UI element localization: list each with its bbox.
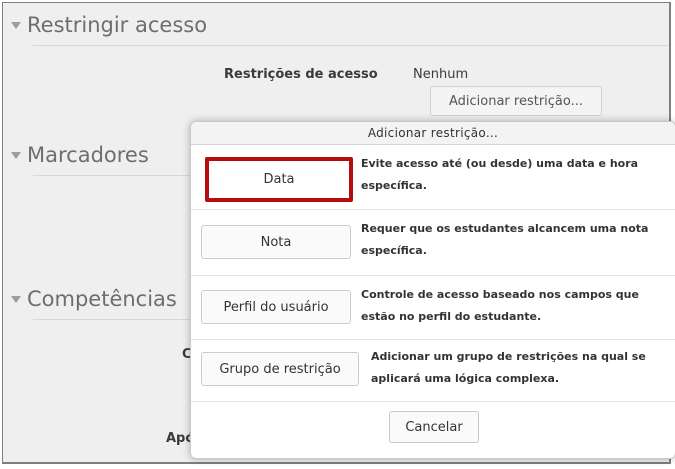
grade-restriction-description: Requer que os estudantes alcancem uma no… [361,222,649,257]
user-profile-restriction-description: Controle de acesso baseado nos campos qu… [361,288,639,323]
access-restrictions-label: Restrições de acesso [224,67,378,82]
collapse-triangle-icon [11,21,21,29]
restriction-option-group: Grupo de restrição Adicionar um grupo de… [191,340,675,402]
section-restrict-header[interactable]: Restringir acesso [11,13,207,37]
restriction-group-description: Adicionar um grupo de restrições na qual… [371,350,646,385]
section-tags-header[interactable]: Marcadores [11,143,149,167]
section-competencies-title: Competências [27,287,177,311]
collapse-triangle-icon [11,295,21,303]
date-restriction-description: Evite acesso até (ou desde) uma data e h… [361,157,639,192]
collapse-triangle-icon [11,151,21,159]
restriction-group-button[interactable]: Grupo de restrição [201,352,359,386]
grade-restriction-button[interactable]: Nota [201,225,351,259]
section-tags-title: Marcadores [27,143,149,167]
access-restrictions-value: Nenhum [413,67,469,82]
section-restrict-title: Restringir acesso [27,13,208,37]
section-divider [33,45,669,46]
user-profile-restriction-button[interactable]: Perfil do usuário [201,290,351,324]
dialog-title: Adicionar restrição... [191,122,675,145]
add-restriction-button[interactable]: Adicionar restrição... [430,86,602,116]
section-competencies-header[interactable]: Competências [11,287,177,311]
add-restriction-dialog: Adicionar restrição... Data Evite acesso… [190,121,675,459]
restriction-option-user-profile: Perfil do usuário Controle de acesso bas… [191,276,675,340]
restriction-option-date: Data Evite acesso até (ou desde) uma dat… [191,145,675,210]
date-restriction-button[interactable]: Data [205,157,353,202]
cancel-button[interactable]: Cancelar [389,411,479,443]
restriction-option-grade: Nota Requer que os estudantes alcancem u… [191,210,675,276]
